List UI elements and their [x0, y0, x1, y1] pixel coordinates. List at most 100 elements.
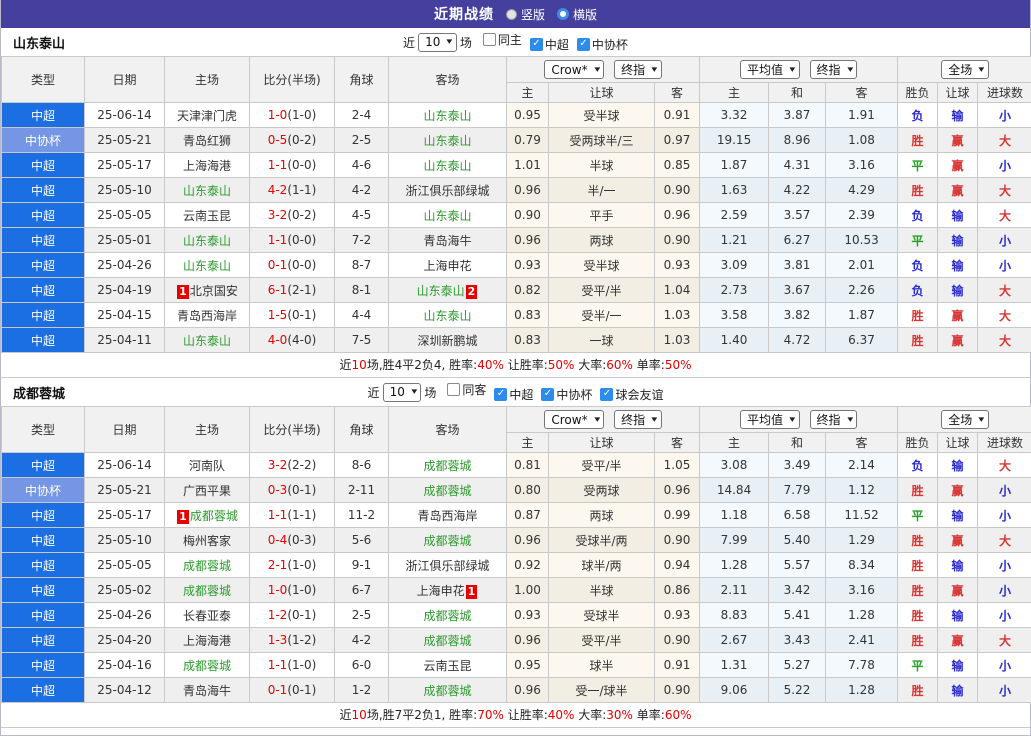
filter-controls: 近 10 ▾ 场 同主 ✓ 中超 ✓ 中协杯: [403, 31, 628, 53]
avg-select[interactable]: 平均值 ▾: [739, 60, 800, 79]
checkbox-label: 球会友谊: [615, 387, 664, 402]
odds-home-cell: 0.80: [506, 477, 549, 503]
full-match-select[interactable]: 全场 ▾: [941, 410, 989, 429]
odds-home-cell: 0.83: [506, 327, 549, 353]
result-goals-cell: 小: [977, 152, 1031, 178]
full-match-select[interactable]: 全场 ▾: [941, 60, 989, 79]
match-date-cell: 25-05-05: [84, 552, 165, 578]
filter-prefix-label: 近: [403, 35, 416, 50]
filter-checkbox-中超[interactable]: ✓ 中超: [486, 386, 533, 403]
match-type-cell: 中超: [1, 277, 85, 303]
result-outcome-cell: 负: [897, 102, 939, 128]
match-count-select[interactable]: 10 ▾: [382, 382, 422, 402]
team-name: 长春亚泰: [182, 608, 231, 623]
handicap-cell: 半/一: [548, 177, 655, 203]
subcol-outcome: 胜负: [897, 82, 939, 103]
match-type-cell: 中超: [1, 177, 85, 203]
col-header-home: 主场: [164, 56, 250, 103]
avg-final-select[interactable]: 终指 ▾: [809, 410, 858, 429]
avg-draw-cell: 4.72: [768, 327, 827, 353]
odds-away-cell: 0.90: [653, 227, 701, 253]
match-type-cell: 中超: [1, 652, 85, 678]
half-time-score: (0-0): [287, 158, 317, 172]
half-time-score: (1-0): [287, 108, 317, 122]
match-row: 中超 25-05-10 山东泰山 4-2(1-1) 4-2 浙江俱乐部绿城 0.96 半/一 0…: [1, 177, 1031, 203]
col-header-score: 比分(半场): [249, 406, 335, 453]
match-date-cell: 25-04-12: [84, 677, 165, 703]
checkbox-checked-icon[interactable]: ✓: [576, 37, 590, 51]
result-handicap-cell: 输: [937, 202, 979, 228]
subcol-goals-result: 进球数: [977, 82, 1031, 103]
result-goals-cell: 小: [977, 227, 1031, 253]
odds-final-select[interactable]: 终指 ▾: [614, 410, 662, 429]
handicap-cell: 受半球: [548, 252, 655, 278]
match-row: 中超 25-04-20 上海海港 1-3(1-2) 4-2 成都蓉城 0.96 受平/半 0.9…: [1, 627, 1031, 653]
summary-stat-value: 40%: [477, 358, 504, 372]
filter-checkbox-中超[interactable]: ✓ 中超: [522, 36, 569, 53]
match-date-cell: 25-04-26: [84, 602, 165, 628]
full-time-score: 0-4: [267, 533, 288, 547]
odds-source-select[interactable]: Crow* ▾: [544, 410, 605, 429]
checkbox-unchecked-icon[interactable]: [447, 383, 461, 397]
checkbox-checked-icon[interactable]: ✓: [600, 387, 614, 401]
match-date-cell: 25-05-21: [84, 477, 165, 503]
result-goals-cell: 大: [977, 452, 1031, 478]
avg-away-cell: 3.16: [825, 577, 899, 603]
corner-cell: 2-5: [334, 127, 389, 153]
checkbox-unchecked-icon[interactable]: [482, 33, 496, 47]
home-team-cell: 山东泰山: [164, 252, 250, 278]
layout-radio-horizontal[interactable]: 横版: [557, 6, 597, 23]
filter-checkbox-中协杯[interactable]: ✓ 中协杯: [533, 386, 592, 403]
col-header-type: 类型: [1, 406, 85, 453]
checkbox-checked-icon[interactable]: ✓: [494, 387, 508, 401]
odds-away-cell: 0.85: [653, 152, 701, 178]
home-team-cell: 云南玉昆: [164, 202, 250, 228]
match-count-select[interactable]: 10 ▾: [418, 32, 457, 52]
team-name: 山东泰山: [416, 283, 465, 298]
handicap-cell: 受平/半: [548, 277, 655, 303]
match-type-cell: 中超: [1, 527, 85, 553]
full-time-score: 3-2: [267, 208, 288, 222]
match-type-cell: 中超: [1, 302, 85, 328]
subcol-handicap-result: 让球: [937, 82, 979, 103]
avg-away-cell: 4.29: [825, 177, 899, 203]
summary-text: 让胜率:: [503, 708, 548, 722]
match-date-cell: 25-05-10: [84, 177, 165, 203]
odds-final-select[interactable]: 终指 ▾: [614, 60, 662, 79]
checkbox-checked-icon[interactable]: ✓: [529, 37, 543, 51]
result-outcome-cell: 负: [897, 452, 939, 478]
filter-checkbox-球会友谊[interactable]: ✓ 球会友谊: [592, 386, 663, 403]
filter-checkbox-同主[interactable]: 同主: [475, 31, 522, 48]
full-time-score: 1-1: [267, 658, 288, 672]
odds-source-select[interactable]: Crow* ▾: [544, 60, 605, 79]
section-summary: 近10场,胜4平2负4, 胜率:40% 让胜率:50% 大率:60% 单率:50…: [1, 353, 1030, 378]
avg-final-select[interactable]: 终指 ▾: [809, 60, 858, 79]
home-team-cell: 成都蓉城: [164, 652, 250, 678]
match-row: 中超 25-05-17 上海海港 1-1(0-0) 4-6 山东泰山 1.01 半球 0.85 1…: [1, 152, 1031, 178]
team-name: 北京国安: [189, 283, 238, 298]
away-team-cell: 上海申花 1: [388, 577, 507, 603]
col-header-date: 日期: [84, 56, 165, 103]
checkbox-checked-icon[interactable]: ✓: [541, 387, 555, 401]
result-outcome-cell: 胜: [897, 477, 939, 503]
chevron-down-icon: ▾: [651, 414, 658, 425]
avg-select[interactable]: 平均值 ▾: [739, 410, 800, 429]
avg-draw-cell: 5.41: [768, 602, 827, 628]
corner-cell: 4-5: [334, 202, 389, 228]
result-outcome-cell: 负: [897, 252, 939, 278]
odds-away-cell: 1.04: [653, 277, 701, 303]
filter-checkbox-同客[interactable]: 同客: [439, 381, 486, 398]
full-time-score: 4-2: [267, 183, 288, 197]
handicap-cell: 受平/半: [548, 627, 655, 653]
layout-radio-vertical[interactable]: 竖版: [505, 6, 545, 23]
corner-cell: 2-5: [334, 602, 389, 628]
filter-checkbox-中协杯[interactable]: ✓ 中协杯: [569, 36, 628, 53]
page-title: 近期战绩: [433, 7, 494, 23]
handicap-cell: 两球: [548, 502, 655, 528]
chevron-down-icon: ▾: [978, 64, 985, 75]
score-cell: 4-2(1-1): [249, 177, 335, 203]
home-team-cell: 河南队: [164, 452, 250, 478]
handicap-cell: 受一/球半: [548, 677, 655, 703]
handicap-cell: 受平/半: [548, 452, 655, 478]
full-time-score: 1-0: [267, 108, 288, 122]
